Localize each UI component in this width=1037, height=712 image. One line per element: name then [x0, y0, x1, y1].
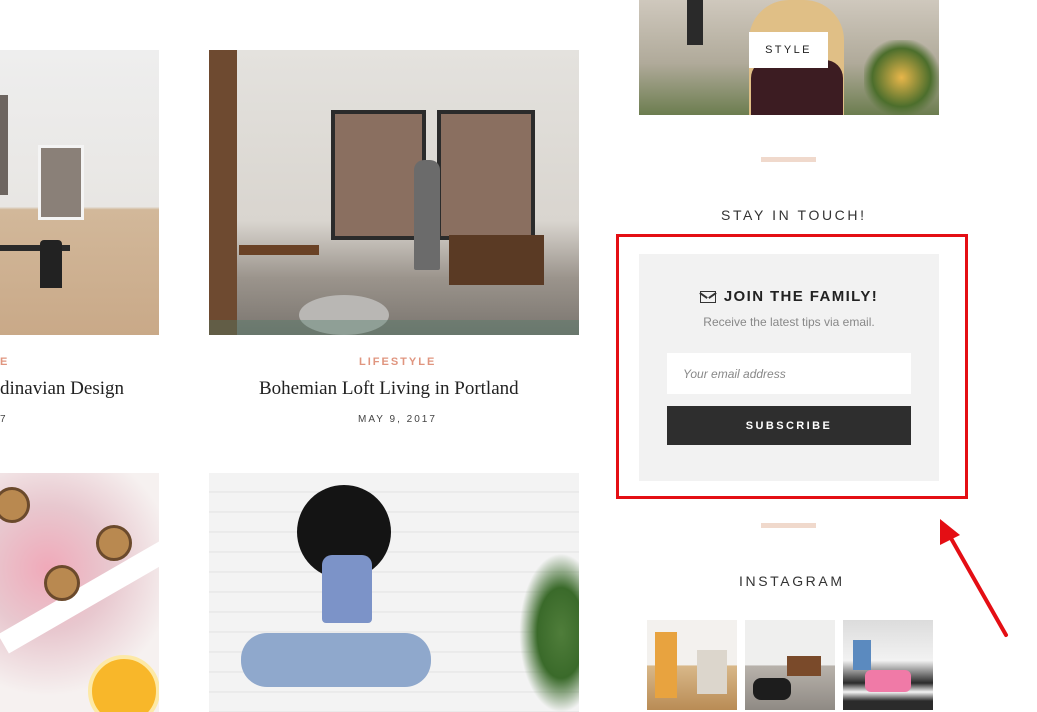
console-shape [787, 656, 821, 676]
chair-shape [40, 240, 62, 288]
annotation-arrow-icon [940, 519, 1008, 637]
plant-shape [519, 553, 579, 712]
post-title[interactable]: Bohemian Loft Living in Portland [259, 378, 519, 400]
sofa-shape [865, 670, 911, 692]
person-shape [414, 160, 440, 270]
treat-shape [96, 525, 132, 561]
person-shape [687, 0, 703, 45]
window-shape [853, 640, 871, 670]
shirt-shape [322, 555, 372, 623]
stay-in-touch-title: STAY IN TOUCH! [721, 207, 867, 223]
post-image-bohemian-loft[interactable] [209, 50, 579, 335]
sofa-shape [697, 650, 727, 694]
treat-shape [44, 565, 80, 601]
post-date: MAY 9, 2017 [358, 414, 437, 425]
bookshelf-shape [209, 50, 237, 335]
instagram-thumbnail[interactable] [647, 620, 737, 710]
desk-shape [239, 245, 319, 255]
instagram-title: INSTAGRAM [739, 573, 845, 589]
post-date: 7 [0, 414, 8, 425]
jeans-shape [241, 633, 431, 687]
post-title[interactable]: dinavian Design [0, 378, 124, 400]
post-image-hat-woman[interactable] [209, 473, 579, 712]
flowers-shape [864, 40, 939, 115]
style-badge[interactable]: STYLE [749, 32, 828, 68]
coat-shape [751, 60, 843, 115]
instagram-thumbnail[interactable] [745, 620, 835, 710]
tray-shape [0, 534, 159, 654]
post-image-scandinavian[interactable] [0, 50, 159, 335]
window-shape [331, 110, 426, 240]
post-image-treats[interactable] [0, 473, 159, 712]
treat-shape [0, 487, 30, 523]
post-category[interactable]: LIFESTYLE [359, 356, 436, 368]
cabinet-shape [449, 235, 544, 285]
window-shape [437, 110, 535, 240]
chair-shape [753, 678, 791, 700]
section-divider [761, 157, 816, 162]
window-shape [0, 95, 8, 195]
lemon-shape [88, 655, 159, 712]
post-category[interactable]: E [0, 356, 9, 368]
floor-shape [209, 320, 579, 335]
instagram-thumbnail[interactable] [843, 620, 933, 710]
cabinet-shape [655, 632, 677, 698]
section-divider [761, 523, 816, 528]
window-shape [38, 145, 84, 220]
highlight-box [616, 234, 968, 499]
